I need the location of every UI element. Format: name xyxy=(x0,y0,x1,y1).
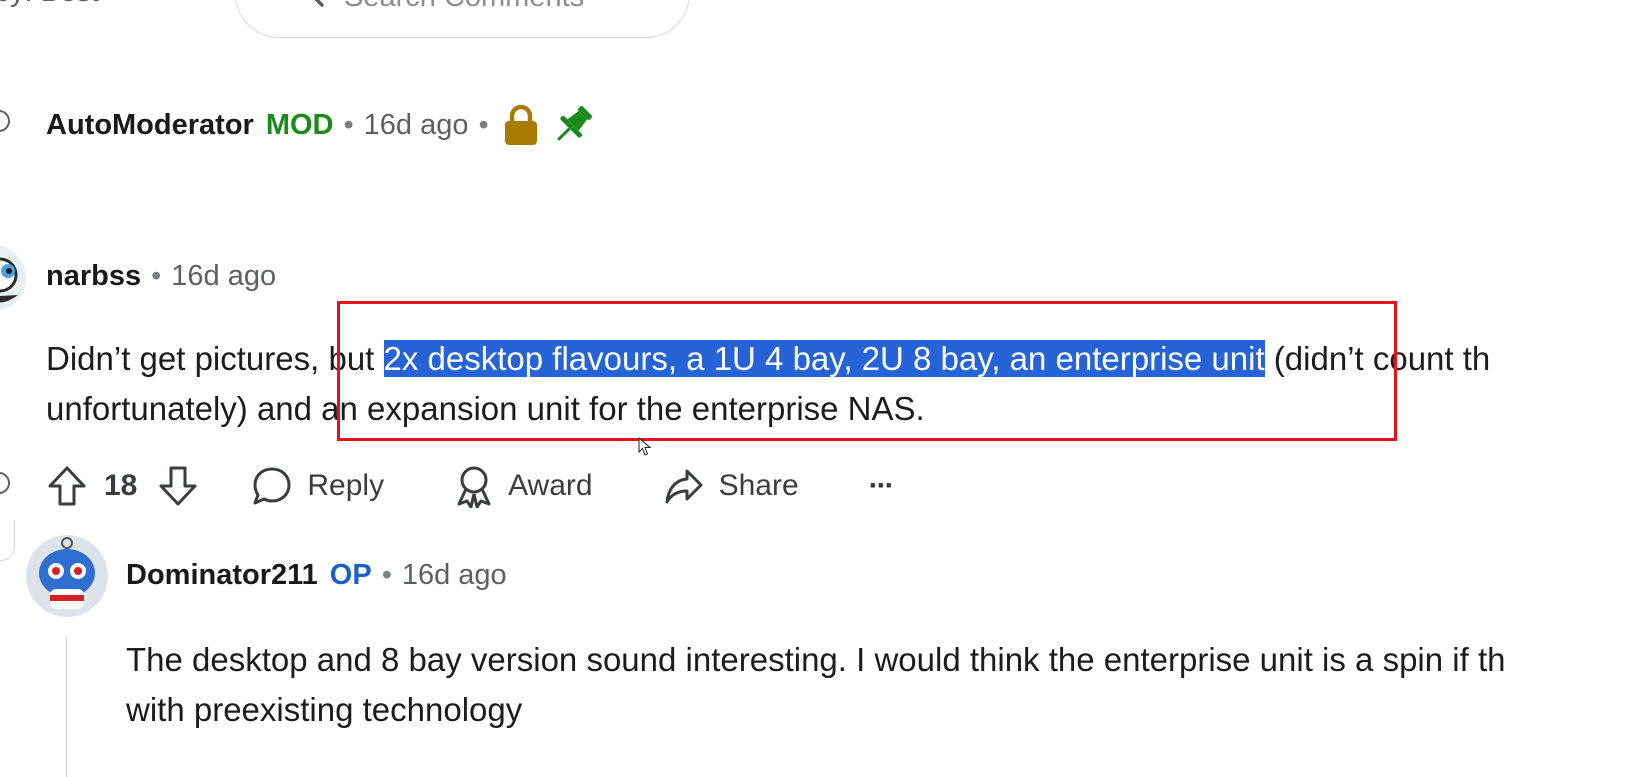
comment-timestamp[interactable]: 16d ago xyxy=(171,260,276,293)
cursor-icon xyxy=(638,437,652,456)
comment-author[interactable]: AutoModerator xyxy=(46,109,254,142)
award-label: Award xyxy=(508,469,593,502)
comment-bubble-icon xyxy=(253,467,291,505)
share-icon xyxy=(665,469,703,504)
avatar[interactable] xyxy=(0,245,26,311)
collapse-toggle[interactable] xyxy=(0,472,10,494)
avatar[interactable] xyxy=(26,535,108,617)
mod-badge: MOD xyxy=(265,108,334,141)
pin-icon xyxy=(556,106,592,141)
award-icon xyxy=(457,466,491,508)
upvote-icon xyxy=(48,466,86,506)
comment-meta-narbss: narbss • 16d ago xyxy=(46,254,276,298)
share-button[interactable]: Share xyxy=(663,465,799,507)
search-comments-input[interactable]: Search Comments xyxy=(235,0,690,38)
sort-label[interactable]: by: Best xyxy=(0,0,99,9)
search-icon xyxy=(314,0,324,7)
lock-icon xyxy=(504,104,537,145)
separator-dot: • xyxy=(343,108,354,141)
comment-author[interactable]: narbss xyxy=(46,260,141,293)
separator-dot: • xyxy=(478,108,489,141)
comment-body-line: with preexisting technology xyxy=(126,691,523,728)
award-button[interactable]: Award xyxy=(454,464,593,508)
comment-timestamp[interactable]: 16d ago xyxy=(364,109,469,142)
comment-body-line: The desktop and 8 bay version sound inte… xyxy=(126,641,1506,678)
share-label: Share xyxy=(718,469,799,502)
downvote-button[interactable] xyxy=(157,464,199,508)
comment-action-bar: 18 Reply Award Share ··· xyxy=(46,461,895,511)
comment-text: Didn’t get pictures, but xyxy=(46,340,384,377)
comment-timestamp[interactable]: 16d ago xyxy=(402,559,507,592)
separator-dot: • xyxy=(381,558,392,591)
more-options-button[interactable]: ··· xyxy=(869,469,895,503)
separator-dot: • xyxy=(151,259,162,292)
search-placeholder: Search Comments xyxy=(344,0,584,14)
vote-score: 18 xyxy=(104,469,138,502)
downvote-icon xyxy=(159,466,197,506)
upvote-button[interactable] xyxy=(46,464,88,508)
reply-label: Reply xyxy=(307,469,385,502)
thread-line[interactable] xyxy=(66,637,67,777)
comment-body: The desktop and 8 bay version sound inte… xyxy=(126,635,1505,735)
comment-author[interactable]: Dominator211 xyxy=(126,559,318,592)
collapse-toggle[interactable] xyxy=(0,110,10,132)
annotation-box xyxy=(337,301,1397,441)
comment-meta-dominator211: Dominator211 OP • 16d ago xyxy=(126,553,507,597)
reply-button[interactable]: Reply xyxy=(251,465,384,507)
thread-line[interactable] xyxy=(0,520,15,561)
op-badge: OP xyxy=(329,558,372,591)
comment-meta-automoderator: AutoModerator MOD • 16d ago • xyxy=(46,103,595,147)
